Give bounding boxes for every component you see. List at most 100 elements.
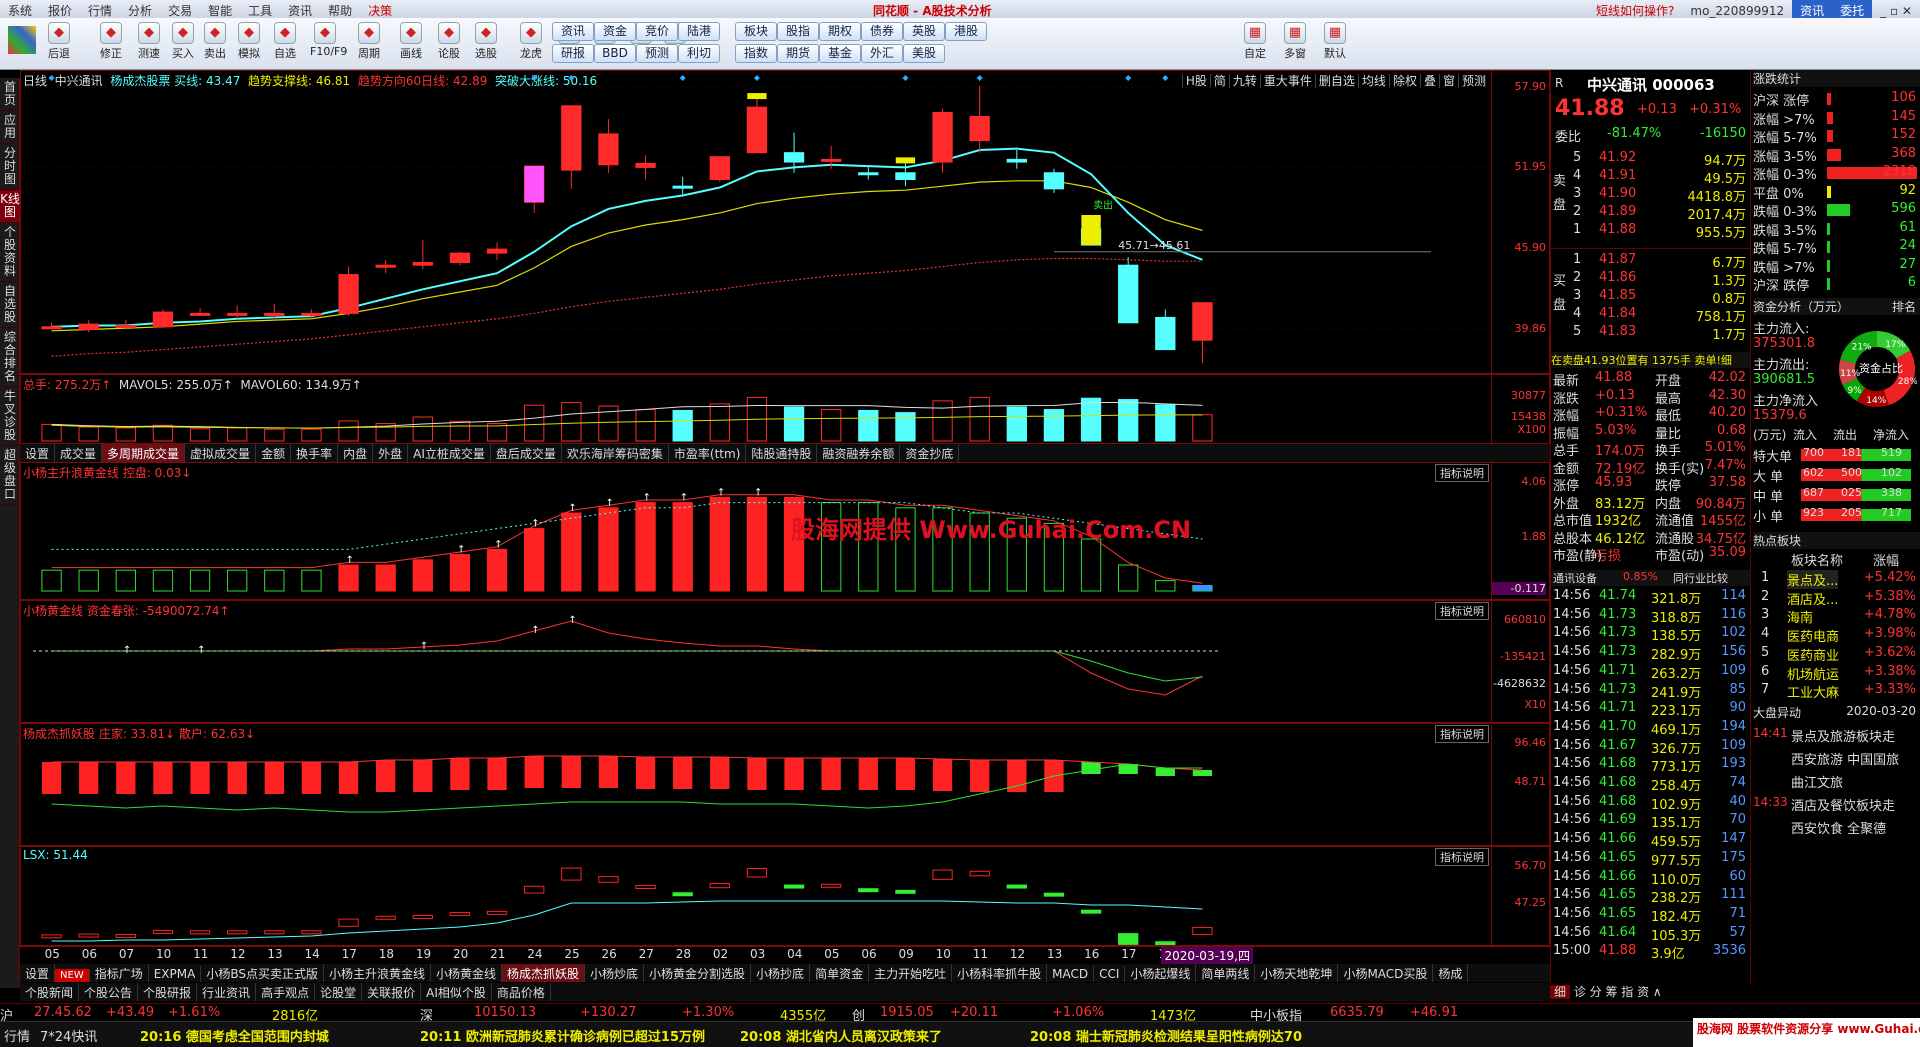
volume-bar-02-10[interactable] bbox=[152, 424, 174, 442]
news-line-4[interactable]: 20:08 湖北省内人员离汉政策来了 bbox=[740, 1026, 942, 1045]
menu-smart[interactable]: 智能 bbox=[200, 0, 240, 18]
kline-panel[interactable]: 日线 中兴通讯 杨成杰股票 买线: 43.47 趋势支撑线: 46.81 趋势方… bbox=[20, 70, 1550, 374]
candle-02-21[interactable] bbox=[486, 242, 508, 260]
tab2-9[interactable]: 小杨黄金分割选股 bbox=[644, 964, 752, 982]
news-item-0[interactable]: 景点及旅游板块走 bbox=[1791, 726, 1895, 745]
news-item-4[interactable]: 西安饮食 全聚德 bbox=[1791, 818, 1886, 837]
tab3-8[interactable]: 商品价格 bbox=[492, 983, 551, 1001]
hot-sector-1[interactable]: 酒店及... bbox=[1787, 589, 1838, 608]
indicator-panel-3[interactable]: 杨成杰抓妖股 庄家: 33.81↓ 散户: 62.63↓ 指标说明 96.46 … bbox=[20, 723, 1550, 846]
quick-btn-0-4[interactable]: 板块 bbox=[735, 22, 777, 41]
candlestick-chart[interactable]: 45.71→45.61 卖出 bbox=[21, 71, 1491, 374]
hot-sector-2[interactable]: 海南 bbox=[1787, 607, 1813, 626]
toolbar-icon-9[interactable]: ◆ 画线 bbox=[396, 22, 426, 61]
tab1-7[interactable]: 外盘 bbox=[373, 444, 409, 462]
menu-tools[interactable]: 工具 bbox=[240, 0, 280, 18]
hot-sector-4[interactable]: 医药商业 bbox=[1787, 645, 1839, 664]
volume-bar-03-06[interactable] bbox=[858, 409, 879, 442]
volume-bar-02-11[interactable] bbox=[189, 428, 211, 442]
toolbar-icon-6[interactable]: ◆ 自选 bbox=[270, 22, 300, 61]
volume-bar-03-16[interactable] bbox=[1080, 397, 1102, 442]
volume-bar-02-27[interactable] bbox=[635, 409, 656, 442]
tab2-12[interactable]: 主力开始吃吐 bbox=[869, 964, 953, 982]
toolbar-icon-4[interactable]: ◆ 卖出 bbox=[200, 22, 230, 61]
quick-btn-1-5[interactable]: 期货 bbox=[777, 44, 819, 63]
tab2-18[interactable]: 小杨天地乾坤 bbox=[1255, 964, 1339, 982]
tab2-1[interactable]: NEW bbox=[55, 969, 90, 982]
tab3-1[interactable]: 个股公告 bbox=[79, 983, 139, 1001]
quick-btn-0-1[interactable]: 资金 bbox=[594, 22, 636, 41]
tab3-4[interactable]: 高手观点 bbox=[256, 983, 316, 1001]
event-diamond[interactable] bbox=[568, 75, 575, 81]
volume-bar-03-11[interactable] bbox=[969, 396, 990, 442]
fund-rank-tab[interactable]: 排名 bbox=[1892, 298, 1916, 315]
tab2-5[interactable]: 小杨主升浪黄金线 bbox=[324, 964, 431, 982]
view-detail[interactable]: 细 bbox=[1550, 985, 1571, 999]
compare-tab[interactable]: 同行业比较 bbox=[1673, 570, 1728, 586]
tab2-14[interactable]: MACD bbox=[1047, 966, 1095, 982]
window-controls[interactable]: _ ▫ ✕ bbox=[1872, 2, 1920, 18]
tab2-8[interactable]: 小杨炒底 bbox=[585, 964, 645, 982]
tab2-15[interactable]: CCI bbox=[1094, 966, 1126, 982]
quick-btn-1-1[interactable]: BBD bbox=[594, 44, 636, 63]
candle-02-17[interactable] bbox=[338, 266, 359, 317]
volume-bar-03-02[interactable] bbox=[709, 403, 730, 442]
tab2-6[interactable]: 小杨黄金线 bbox=[431, 964, 502, 982]
volume-bar-02-07[interactable] bbox=[115, 427, 136, 442]
hot-sector-0[interactable]: 景点及... bbox=[1787, 570, 1839, 589]
side-tab-5[interactable]: 自选股 bbox=[0, 282, 20, 328]
tab2-17[interactable]: 简单两线 bbox=[1196, 964, 1256, 982]
tab1-8[interactable]: AI立桩成交量 bbox=[408, 444, 491, 462]
event-diamond[interactable] bbox=[679, 75, 686, 81]
news-item-3[interactable]: 酒店及餐饮板块走 bbox=[1791, 795, 1895, 814]
indicator-panel-2[interactable]: 小杨黄金线 资金春张: -5490072.74↑ 指标说明 ↑ ↑ ↑ ↑ ↑ 6608… bbox=[20, 600, 1550, 723]
tab1-3[interactable]: 虚拟成交量 bbox=[185, 444, 257, 462]
volume-bar-03-04[interactable] bbox=[783, 406, 805, 442]
candle-02-25[interactable] bbox=[561, 105, 582, 189]
hot-sector-5[interactable]: 机场航运 bbox=[1787, 664, 1839, 683]
candle-03-13[interactable] bbox=[1043, 168, 1065, 193]
candle-02-20[interactable] bbox=[449, 251, 471, 266]
quick-btn-0-8[interactable]: 英股 bbox=[903, 22, 945, 41]
toolbar-icon-5[interactable]: ◆ 模拟 bbox=[234, 22, 264, 61]
event-diamond[interactable] bbox=[753, 75, 760, 81]
tab1-6[interactable]: 内盘 bbox=[338, 444, 374, 462]
quick-btn-1-7[interactable]: 外汇 bbox=[861, 44, 903, 63]
quick-btn-1-6[interactable]: 基金 bbox=[819, 44, 861, 63]
tab2-3[interactable]: EXPMA bbox=[149, 966, 202, 982]
candle-02-18[interactable] bbox=[375, 259, 396, 274]
volume-panel[interactable]: 总手: 275.2万↑ MAVOL5: 255.0万↑ MAVOL60: 134… bbox=[20, 374, 1550, 444]
candle-03-18[interactable] bbox=[1155, 309, 1176, 351]
menu-help[interactable]: 帮助 bbox=[320, 0, 360, 18]
ind4-chart[interactable] bbox=[21, 847, 1491, 946]
tab2-16[interactable]: 小杨起爆线 bbox=[1125, 964, 1197, 982]
tab2-4[interactable]: 小杨BS点买卖正式版 bbox=[201, 964, 324, 982]
side-tab-4[interactable]: 个股资料 bbox=[0, 223, 20, 282]
tab2-7[interactable]: 杨成杰抓妖股 bbox=[502, 964, 586, 982]
menu-system[interactable]: 系统 bbox=[0, 0, 40, 18]
candle-03-09[interactable] bbox=[895, 159, 916, 187]
event-diamond[interactable] bbox=[1162, 75, 1169, 81]
tab1-12[interactable]: 陆股通持股 bbox=[746, 444, 818, 462]
side-tab-7[interactable]: 牛叉诊股 bbox=[0, 387, 20, 446]
tab1-14[interactable]: 资金抄底 bbox=[900, 444, 960, 462]
tab2-13[interactable]: 小杨科率抓牛股 bbox=[952, 964, 1048, 982]
candle-03-03[interactable] bbox=[746, 95, 768, 154]
candle-02-28[interactable] bbox=[672, 176, 693, 196]
news-button[interactable]: 资讯 bbox=[1792, 0, 1833, 18]
fund-pie-chart[interactable]: 17% 28% 14% 9% 11% 21% 资金占比 bbox=[1837, 314, 1917, 424]
indicator-panel-1[interactable]: 小杨主升浪黄金线 控盘: 0.03↓ 指标说明 ↑ ↑ ↑ ↑ ↑ ↑ ↑ ↑ ↑ ↑ 股海网提供… bbox=[20, 462, 1550, 600]
news-item-2[interactable]: 曲江文旅 bbox=[1791, 772, 1843, 791]
tab1-10[interactable]: 欢乐海岸筹码密集 bbox=[562, 444, 669, 462]
volume-chart[interactable] bbox=[21, 375, 1491, 444]
industry-tab[interactable]: 通讯设备 bbox=[1553, 570, 1597, 586]
quick-btn-1-0[interactable]: 研报 bbox=[552, 44, 594, 63]
side-tab-0[interactable]: 首页 bbox=[0, 78, 20, 111]
toolbar-icon-8[interactable]: ◆ 周期 bbox=[354, 22, 384, 61]
toolbar-icon-0[interactable]: ◆ 后退 bbox=[44, 22, 74, 61]
tab1-4[interactable]: 金额 bbox=[256, 444, 292, 462]
tab1-9[interactable]: 盘后成交量 bbox=[491, 444, 562, 462]
volume-bar-02-25[interactable] bbox=[561, 402, 582, 442]
tab2-2[interactable]: 指标广场 bbox=[90, 964, 149, 982]
tab1-13[interactable]: 融资融券余额 bbox=[817, 444, 901, 462]
